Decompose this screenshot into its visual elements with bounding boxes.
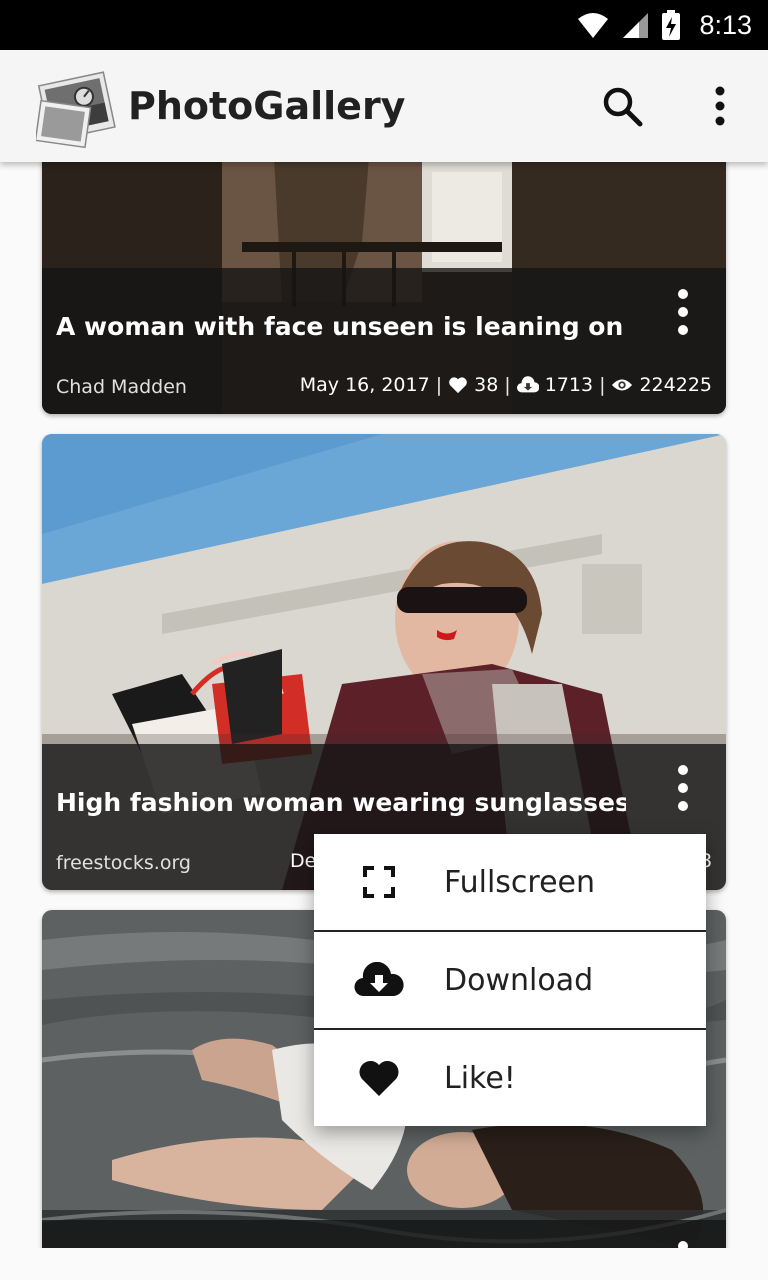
card-title: High fashion woman wearing sunglasses wi… — [56, 788, 626, 817]
card-date: May 16, 2017 — [299, 374, 430, 396]
photo-card[interactable]: High fashion woman wearing sunglasses wi… — [42, 434, 726, 890]
cell-signal-icon — [623, 13, 649, 38]
card-stats: May 16, 2017 | 38 | 1713 | 224225 — [299, 374, 712, 396]
heart-icon — [354, 1053, 404, 1103]
heart-icon — [449, 377, 467, 394]
card-menu-button[interactable] — [668, 1238, 698, 1248]
card-caption — [42, 1220, 726, 1248]
card-menu-button[interactable] — [668, 286, 698, 342]
search-button[interactable] — [598, 82, 648, 132]
app-bar: PhotoGallery — [0, 50, 768, 162]
status-bar: 8:13 — [0, 0, 768, 50]
menu-item-label: Like! — [444, 1060, 516, 1096]
more-vert-icon — [678, 1241, 688, 1248]
card-popup-menu: Fullscreen Download Like! — [314, 834, 706, 1126]
card-author: Chad Madden — [56, 376, 187, 398]
card-caption: A woman with face unseen is leaning on a… — [42, 268, 726, 414]
more-vert-icon — [678, 289, 688, 335]
app-title: PhotoGallery — [128, 84, 406, 128]
battery-charging-icon — [662, 10, 681, 40]
menu-item-download[interactable]: Download — [314, 932, 706, 1028]
status-time: 8:13 — [699, 9, 752, 40]
menu-item-like[interactable]: Like! — [314, 1030, 706, 1126]
menu-item-fullscreen[interactable]: Fullscreen — [314, 834, 706, 930]
card-title: A woman with face unseen is leaning on a… — [56, 312, 626, 341]
more-vert-icon — [715, 86, 725, 126]
overflow-menu-button[interactable] — [700, 82, 740, 132]
bottom-strip — [0, 1248, 768, 1280]
app-logo-icon — [36, 71, 116, 149]
photo-card[interactable]: A woman with face unseen is leaning on a… — [42, 162, 726, 414]
card-date: De — [290, 850, 317, 872]
wifi-icon — [578, 13, 609, 38]
eye-icon — [612, 379, 633, 391]
menu-item-label: Download — [444, 962, 594, 998]
fullscreen-icon — [354, 857, 404, 907]
cloud-download-icon — [516, 376, 539, 393]
more-vert-icon — [678, 765, 688, 811]
card-menu-button[interactable] — [668, 762, 698, 818]
card-likes: 38 — [474, 374, 499, 396]
card-views: 224225 — [639, 374, 712, 396]
card-downloads: 1713 — [544, 374, 594, 396]
search-icon — [603, 87, 643, 127]
menu-item-label: Fullscreen — [444, 864, 596, 900]
card-author: freestocks.org — [56, 852, 191, 874]
cloud-download-icon — [354, 955, 404, 1005]
